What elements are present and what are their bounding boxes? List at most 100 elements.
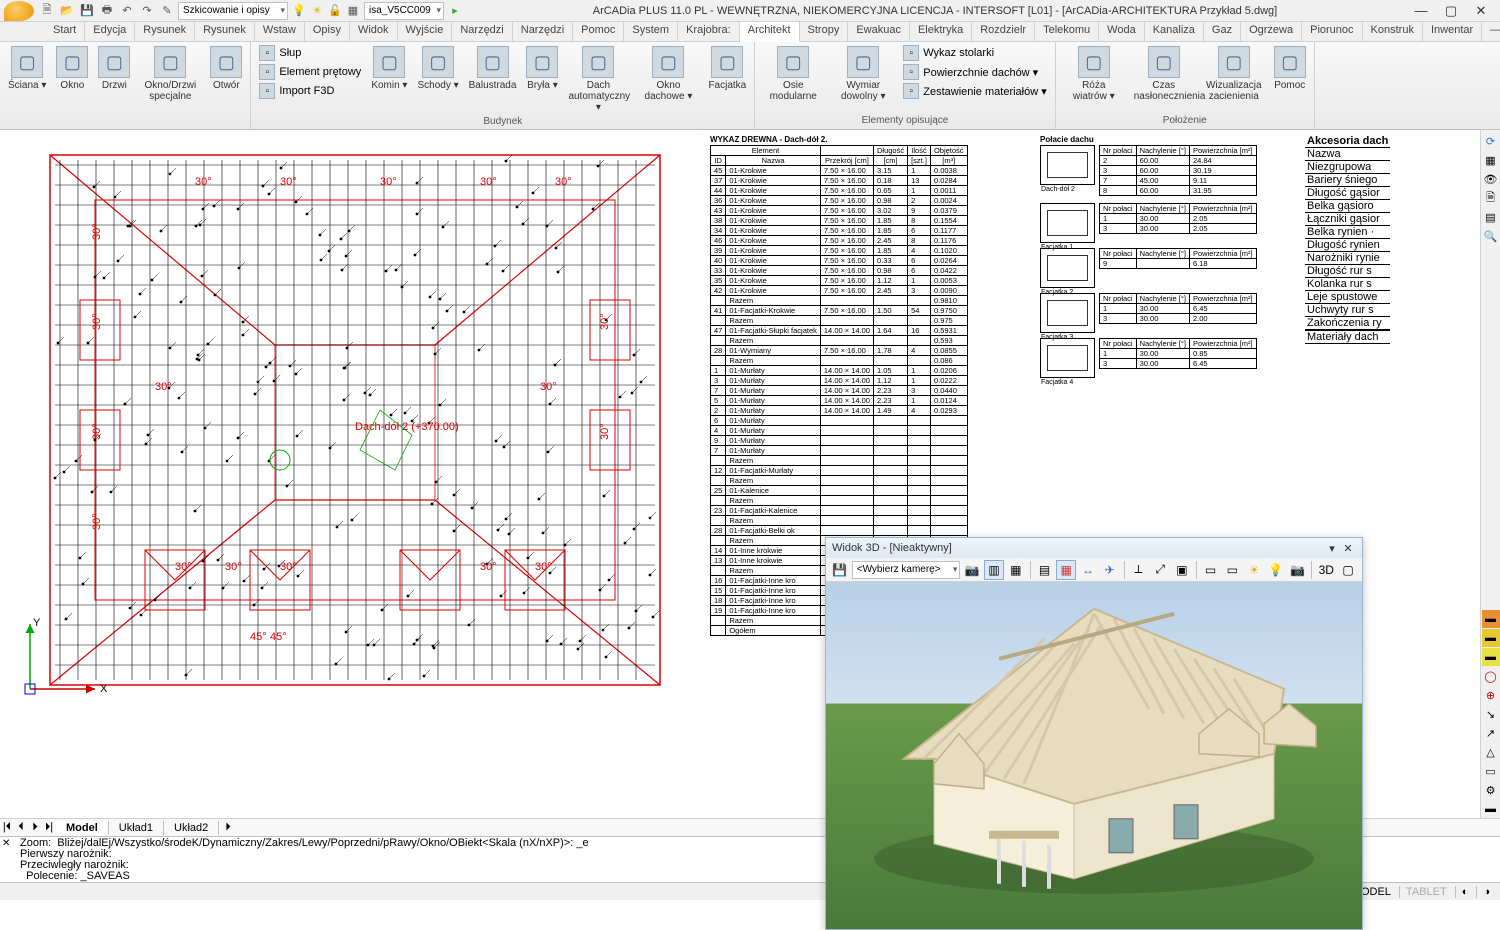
roza-button[interactable]: ▢Róża wiatrów ▾ <box>1060 44 1128 104</box>
camera-add-icon[interactable]: 📷 <box>962 560 982 580</box>
layer-combo[interactable]: isa_V5CC009 <box>364 2 444 20</box>
prop-icon[interactable]: ⚙ <box>1482 781 1500 799</box>
drawing-canvas[interactable]: 30° 30° 30° 30° 30° 30° 30° 30° 30°30° 3… <box>0 130 700 712</box>
tab-wstaw[interactable]: Wstaw <box>255 22 305 41</box>
pow-button[interactable]: ▫Powierzchnie dachów ▾ <box>899 63 1051 81</box>
import-button[interactable]: ▫Import F3D <box>255 82 365 100</box>
tab-gaz[interactable]: Gaz <box>1204 22 1241 41</box>
save-view-icon[interactable]: 💾 <box>830 560 850 580</box>
zest-button[interactable]: ▫Zestawienie materiałów ▾ <box>899 82 1051 100</box>
layout-tab-układ1[interactable]: Układ1 <box>109 821 164 835</box>
expand-icon[interactable]: ⤢ <box>1150 560 1170 580</box>
balustrada-button[interactable]: ▢Balustrada <box>465 44 521 93</box>
tool-icon[interactable]: ✎ <box>158 2 176 20</box>
tab-woda[interactable]: Woda <box>1099 22 1145 41</box>
tab-ewakuac[interactable]: Ewakuac <box>848 22 910 41</box>
camera-icon[interactable]: 📷 <box>1288 560 1308 580</box>
wiz-button[interactable]: ▢Wizualizacja zacienienia <box>1200 44 1268 104</box>
tab-elektryka[interactable]: Elektryka <box>910 22 972 41</box>
tab-telekomu[interactable]: Telekomu <box>1035 22 1099 41</box>
tab-krajobra:[interactable]: Krajobra: <box>678 22 740 41</box>
camera-combo[interactable]: <Wybierz kamerę> <box>852 561 961 579</box>
close-button[interactable]: ✕ <box>1466 1 1496 21</box>
tab-stropy[interactable]: Stropy <box>800 22 849 41</box>
eye-icon[interactable]: 👁 <box>1482 170 1500 188</box>
layers-icon[interactable]: ▭ <box>1201 560 1221 580</box>
view3d-close-icon[interactable]: ✕ <box>1340 542 1356 555</box>
tab-rysunek[interactable]: Rysunek <box>195 22 255 41</box>
komin-button[interactable]: ▢Komin ▾ <box>367 44 411 93</box>
box-icon[interactable]: ▢ <box>1338 560 1358 580</box>
bulb-icon[interactable]: 💡 <box>290 2 308 20</box>
render-icon[interactable]: 3D <box>1316 560 1336 580</box>
sun-icon[interactable]: ☀ <box>308 2 326 20</box>
redo-icon[interactable]: ↷ <box>138 2 156 20</box>
wykaz-button[interactable]: ▫Wykaz stolarki <box>899 44 1051 62</box>
sb-icon11[interactable]: ◑ <box>1476 886 1496 898</box>
element-button[interactable]: ▫Element prętowy <box>255 63 365 81</box>
grid-view-icon[interactable]: ▦ <box>1482 151 1500 169</box>
tab-system[interactable]: System <box>624 22 678 41</box>
new-icon[interactable]: 🗎 <box>38 2 56 20</box>
floor2-icon[interactable]: ▦ <box>1006 560 1026 580</box>
circle-icon[interactable]: ◯ <box>1482 667 1500 685</box>
c1-icon[interactable]: ▬ <box>1482 610 1500 628</box>
otwor-button[interactable]: ▢Otwór <box>206 44 246 93</box>
rect-icon[interactable]: ▭ <box>1482 762 1500 780</box>
osie-button[interactable]: ▢Osie modularne <box>759 44 827 104</box>
view3d-min-icon[interactable]: ▾ <box>1324 542 1340 555</box>
tab-pomoc[interactable]: Pomoc <box>573 22 624 41</box>
czas-button[interactable]: ▢Czas nasłonecznienia <box>1130 44 1198 104</box>
tab-ogrzewa[interactable]: Ogrzewa <box>1241 22 1302 41</box>
nav-last-icon[interactable]: ⏵| <box>42 821 56 834</box>
facjatka-button[interactable]: ▢Facjatka <box>704 44 750 93</box>
c3-icon[interactable]: ▬ <box>1482 648 1500 666</box>
nav-next-icon[interactable]: ⏵ <box>28 821 42 834</box>
layer-icon[interactable]: ▦ <box>344 2 362 20</box>
tab-konstruk[interactable]: Konstruk <box>1363 22 1423 41</box>
tab-kanaliza[interactable]: Kanaliza <box>1145 22 1204 41</box>
grid2-icon[interactable]: ▦ <box>1056 560 1076 580</box>
sketch-combo[interactable]: Szkicowanie i opisy <box>178 2 288 20</box>
c2-icon[interactable]: ▬ <box>1482 629 1500 647</box>
layout-tab-układ2[interactable]: Układ2 <box>164 821 219 835</box>
line1-icon[interactable]: ↘ <box>1482 705 1500 723</box>
tab-rysunek[interactable]: Rysunek <box>135 22 195 41</box>
maximize-button[interactable]: ▢ <box>1436 1 1466 21</box>
view3d-canvas[interactable] <box>826 582 1362 929</box>
wymiar-button[interactable]: ▢Wymiar dowolny ▾ <box>829 44 897 104</box>
tab-piorunoc[interactable]: Piorunoc <box>1302 22 1362 41</box>
open-icon[interactable]: 📂 <box>58 2 76 20</box>
bulb2-icon[interactable]: 💡 <box>1266 560 1286 580</box>
tab-rozdzielr[interactable]: Rozdzielr <box>972 22 1035 41</box>
tablet-mode[interactable]: TABLET <box>1399 886 1453 898</box>
okno-button[interactable]: ▢Okno <box>52 44 92 93</box>
line2-icon[interactable]: ↗ <box>1482 724 1500 742</box>
view3d-titlebar[interactable]: Widok 3D - [Nieaktywny] ▾✕ <box>826 538 1362 558</box>
sun-icon[interactable]: ☀ <box>1244 560 1264 580</box>
plane-icon[interactable]: ✈ <box>1100 560 1120 580</box>
bryla-button[interactable]: ▢Bryła ▾ <box>522 44 562 93</box>
stamp-icon[interactable]: ▤ <box>1482 208 1500 226</box>
save-icon[interactable]: 💾 <box>78 2 96 20</box>
zoom-icon[interactable]: 🔍 <box>1482 227 1500 245</box>
slup-button[interactable]: ▫Słup <box>255 44 365 62</box>
oknodrzwi-button[interactable]: ▢Okno/Drzwi specjalne <box>136 44 204 104</box>
doc-icon[interactable]: 🗎 <box>1482 189 1500 207</box>
refresh-icon[interactable]: ⟳ <box>1482 132 1500 150</box>
layout-nav[interactable]: |⏴ ⏴ ⏵ ⏵| <box>0 821 56 834</box>
nav-prev-icon[interactable]: ⏴ <box>14 821 28 834</box>
tab-narzędzi[interactable]: Narzędzi <box>513 22 573 41</box>
lock-icon[interactable]: 🔓 <box>326 2 344 20</box>
measure-icon[interactable]: ⟂ <box>1129 560 1149 580</box>
layers2-icon[interactable]: ▭ <box>1222 560 1242 580</box>
tab-architekt[interactable]: Architekt <box>740 22 800 42</box>
tab-edycja[interactable]: Edycja <box>85 22 135 41</box>
play-icon[interactable]: ▸ <box>446 2 464 20</box>
dach-button[interactable]: ▢Dach automatyczny ▾ <box>564 44 632 115</box>
axis-icon[interactable]: ↔ <box>1078 560 1098 580</box>
last-icon[interactable]: ▬ <box>1482 800 1500 818</box>
tab-opisy[interactable]: Opisy <box>305 22 350 41</box>
layout-tab-model[interactable]: Model <box>56 821 109 835</box>
tab-wyjście[interactable]: Wyjście <box>398 22 453 41</box>
